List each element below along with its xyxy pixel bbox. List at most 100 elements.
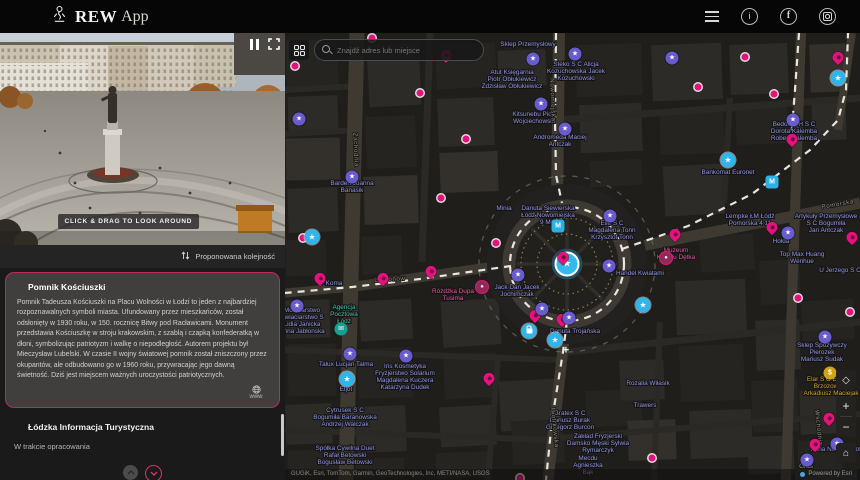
map-marker-purple[interactable]: ★ (536, 303, 549, 316)
info-section[interactable]: Łódzka Informacja Turystyczna W trakcie … (0, 414, 285, 451)
poi-card-pomnik-kosciuszki[interactable]: Pomnik Kościuszki Pomnik Tadeusza Kościu… (5, 272, 280, 408)
map-marker-dot[interactable] (649, 455, 656, 462)
rewapp-logo-icon (52, 5, 67, 28)
map-marker-blue[interactable]: ★ (548, 333, 563, 348)
map-attribution: GUGiK, Esri, TomTom, Garmin, GeoTechnolo… (285, 469, 860, 480)
sort-icon (181, 251, 190, 262)
map-marker-purple[interactable]: ★ (527, 53, 540, 66)
map-marker-purple[interactable]: ★ (346, 171, 359, 184)
map-marker-maroon[interactable]: ● (660, 252, 672, 264)
drag-hint-label: CLICK & DRAG TO LOOK AROUND (58, 214, 200, 229)
map-marker-dot[interactable] (847, 309, 854, 316)
map-marker-blue[interactable]: ★ (305, 230, 320, 245)
scroll-down-button[interactable] (145, 465, 162, 480)
map-marker-purple[interactable]: ★ (563, 312, 576, 325)
info-section-status: W trakcie opracowania (14, 442, 271, 451)
top-bar: REW App i f (0, 0, 860, 33)
instagram-icon[interactable] (819, 8, 836, 25)
map-marker-purple[interactable]: ★ (801, 454, 814, 467)
poi-card-description: Pomnik Tadeusza Kościuszki na Placu Woln… (17, 298, 268, 382)
app-logo[interactable]: REW App (52, 5, 149, 28)
search-icon (322, 45, 330, 53)
map-marker-dot[interactable] (771, 91, 778, 98)
map-poi-label: ModniarstwoKwiaciarstwo SLidia JanickaAn… (285, 307, 325, 335)
map-marker-blue[interactable]: ★ (340, 372, 355, 387)
map-marker-dot[interactable] (438, 195, 445, 202)
map-marker-dot[interactable] (493, 240, 500, 247)
street-label: Zachodnia (351, 133, 359, 168)
fullscreen-icon[interactable] (268, 38, 280, 50)
map-marker-bluesq[interactable]: M (552, 220, 565, 233)
info-icon[interactable]: i (741, 8, 758, 25)
map-marker-dot[interactable] (292, 63, 299, 70)
map-poi-label: Rozalia Wiłasik (626, 380, 670, 387)
map-marker-maroon[interactable]: ● (476, 281, 488, 293)
map-poi-label: Talux Lucjan Talma (319, 361, 374, 368)
map-marker-dot[interactable] (463, 136, 470, 143)
map-marker-purple[interactable]: ★ (604, 210, 617, 223)
map-poi-label: Spółka Cywilna DuetRafał BetowskiBogusła… (316, 445, 375, 466)
map-poi-label: Atut KsięgarniaPiotr ObłukiewiczZdzisław… (482, 69, 543, 90)
map-marker-bluesq[interactable]: M (766, 176, 779, 189)
basemap-toggle-button[interactable] (289, 40, 309, 60)
pause-icon[interactable] (250, 39, 259, 50)
map-marker-purple[interactable]: ★ (603, 260, 616, 273)
panorama-viewer[interactable]: CLICK & DRAG TO LOOK AROUND (0, 33, 285, 245)
map-marker-purple[interactable]: ★ (569, 48, 582, 61)
map-poi-label: Jack Dan JacekJochimczak (494, 284, 540, 298)
map-marker-bag[interactable] (522, 324, 537, 339)
map-marker-purple[interactable]: ★ (787, 114, 800, 127)
locate-button[interactable]: ◇ (836, 370, 856, 390)
map-marker-dot[interactable] (742, 54, 749, 61)
map-marker-purple[interactable]: ★ (512, 269, 525, 282)
map-marker-purple[interactable]: ★ (344, 348, 357, 361)
map-poi-label: U Jerzego S C (819, 267, 860, 274)
map-marker-cross: + (563, 346, 569, 357)
facebook-icon[interactable]: f (780, 8, 797, 25)
menu-icon[interactable] (705, 11, 719, 22)
home-button[interactable]: ⌂ (836, 443, 856, 463)
map-marker-purple[interactable]: ★ (666, 52, 679, 65)
zoom-out-button[interactable]: − (836, 417, 856, 437)
map-poi-label: Koma (326, 280, 343, 287)
scroll-up-button[interactable] (123, 465, 138, 480)
panel-scrollbar[interactable] (281, 414, 284, 456)
poi-card-title: Pomnik Kościuszki (17, 282, 268, 292)
search-input[interactable] (314, 39, 484, 61)
map-controls: ◇ + − ⌂ (836, 370, 856, 463)
map-poi-label: Zakład FryzjerskiDamsko Męski SylwiaRyma… (567, 433, 630, 454)
map-poi-label: Minia (496, 205, 512, 212)
map-marker-purple[interactable]: ★ (559, 123, 572, 136)
powered-by-esri[interactable]: Powered by Esri (795, 469, 857, 480)
website-link[interactable]: www (244, 385, 268, 400)
map-canvas[interactable]: Sklep PrzemysłowySteko S C AlicjaKozucho… (285, 33, 860, 480)
map-marker-purple[interactable]: ★ (819, 331, 832, 344)
map-poi-label: Handel Kwiatami (616, 270, 664, 277)
map-marker-purple[interactable]: ★ (291, 300, 304, 313)
map-poi-label: Artykuły PrzemysłoweS C BogumiłaJan Antc… (795, 213, 858, 234)
map-marker-purple[interactable]: ★ (293, 113, 306, 126)
map-poi-label: Bankomat Euronet (702, 169, 755, 176)
map-poi-label: Różdżka DupaTusima (432, 288, 474, 302)
zoom-in-button[interactable]: + (836, 396, 856, 416)
map-marker-blue[interactable]: ★ (831, 71, 846, 86)
map-poi-label: Andromeda MaciejAntczak (533, 134, 586, 148)
map-marker-yellow[interactable]: $ (824, 367, 837, 380)
map-poi-label: Eljot (340, 386, 353, 393)
suggested-order-label: Proponowana kolejność (195, 252, 275, 261)
map-poi-label: Sklep SpozywczyPierozekMariusz Sudak (797, 342, 848, 363)
map-marker-dot[interactable] (417, 90, 424, 97)
map-marker-teal[interactable]: ✉ (335, 323, 348, 336)
map-marker-dot[interactable] (695, 84, 702, 91)
poi-navigation: Kliknij w opis, aby zobaczyć obiekt na m… (0, 465, 285, 480)
map-marker-purple[interactable]: ★ (535, 98, 548, 111)
suggested-order-toggle[interactable]: Proponowana kolejność (0, 245, 285, 268)
map-marker-blue[interactable]: ★ (721, 153, 736, 168)
esri-logo-icon (800, 472, 805, 477)
globe-icon (252, 385, 261, 394)
map-marker-purple[interactable]: ★ (400, 350, 413, 363)
map-marker-dot[interactable] (795, 295, 802, 302)
map-marker-purple[interactable]: ★ (782, 227, 795, 240)
map-marker-blue[interactable]: ★ (636, 298, 651, 313)
side-panel: CLICK & DRAG TO LOOK AROUND Proponowana … (0, 33, 285, 480)
